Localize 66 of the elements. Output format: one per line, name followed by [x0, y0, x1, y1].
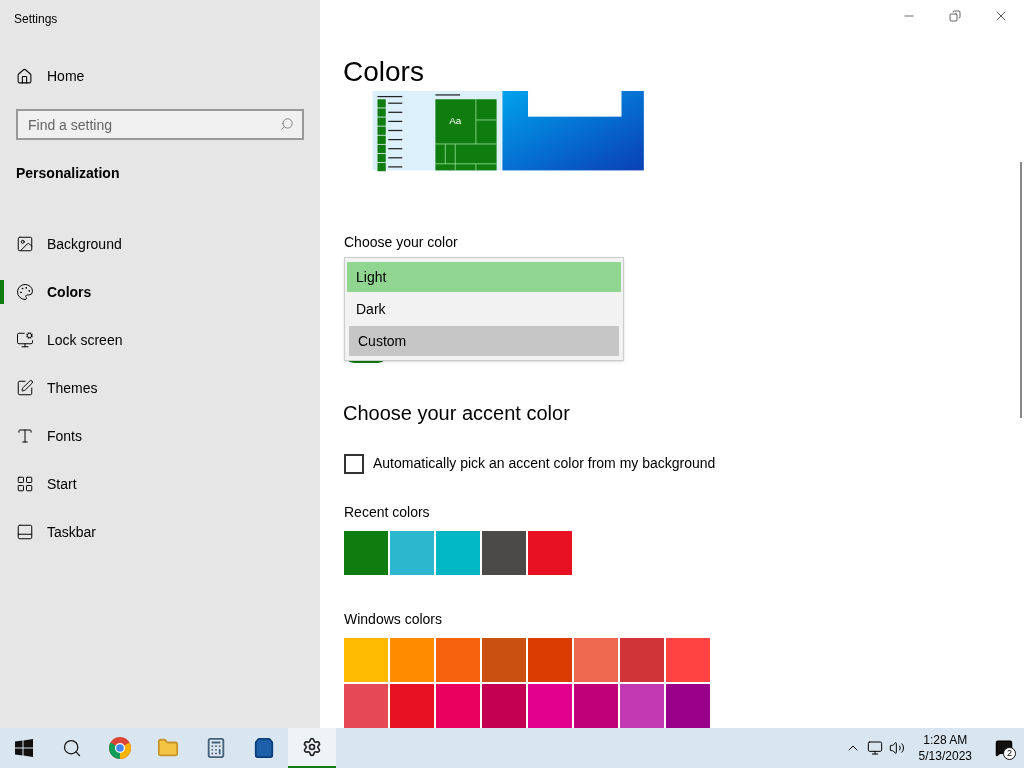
- browser-icon: [108, 736, 132, 760]
- color-swatch[interactable]: [482, 684, 526, 728]
- grid-icon: [16, 475, 34, 493]
- color-swatch[interactable]: [436, 684, 480, 728]
- theme-preview-drawing: Aa: [344, 91, 674, 173]
- shopping-bag-icon: [253, 737, 275, 759]
- sidebar-item[interactable]: Background: [16, 233, 122, 255]
- home-icon: [16, 68, 33, 85]
- color-swatch[interactable]: [390, 638, 434, 682]
- scrollbar[interactable]: [1020, 162, 1022, 418]
- color-swatch[interactable]: [620, 684, 664, 728]
- color-swatch[interactable]: [666, 638, 710, 682]
- field-label: Choose your color: [344, 233, 458, 253]
- color-swatch[interactable]: [574, 638, 618, 682]
- color-swatch[interactable]: [344, 531, 388, 575]
- sidebar-item[interactable]: Start: [16, 473, 77, 495]
- monitor-icon: [16, 331, 34, 349]
- sidebar-item[interactable]: Lock screen: [16, 329, 123, 351]
- color-swatch[interactable]: [528, 684, 572, 728]
- gear-icon: [302, 737, 322, 757]
- color-swatch[interactable]: [528, 531, 572, 575]
- color-swatch[interactable]: [344, 638, 388, 682]
- home-link[interactable]: Home: [16, 66, 85, 87]
- letter-icon: [16, 427, 34, 445]
- clock[interactable]: 1:28 AM 5/13/2023: [912, 732, 978, 764]
- network-icon[interactable]: [866, 740, 883, 756]
- sidebar-item[interactable]: Colors: [16, 281, 92, 303]
- color-swatch[interactable]: [620, 638, 664, 682]
- color-swatch[interactable]: [482, 638, 526, 682]
- window-title: Settings: [14, 11, 59, 28]
- page-title: Colors: [343, 55, 424, 89]
- palette-icon: [16, 283, 34, 301]
- color-swatch[interactable]: [528, 638, 572, 682]
- color-swatch[interactable]: [390, 684, 434, 728]
- color-swatch[interactable]: [574, 684, 618, 728]
- calculator-icon: [205, 737, 227, 759]
- color-swatch[interactable]: [436, 638, 480, 682]
- restore-icon: [949, 10, 961, 22]
- folder-icon: [157, 737, 179, 759]
- auto-pick-checkbox[interactable]: Automatically pick an accent color from my background: [344, 453, 716, 474]
- checkbox[interactable]: [344, 453, 364, 474]
- notification-count: 2: [1003, 747, 1016, 760]
- search-icon: [62, 738, 82, 758]
- search-field[interactable]: Find a setting: [16, 109, 304, 140]
- windows-colors-label: Windows colors: [344, 610, 443, 629]
- pen-square-icon: [16, 379, 34, 397]
- volume-icon[interactable]: [888, 740, 905, 756]
- section-heading: Personalization: [16, 164, 121, 183]
- recent-colors-label: Recent colors: [344, 503, 430, 522]
- sidebar-item[interactable]: Themes: [16, 377, 98, 399]
- panel-icon: [16, 523, 34, 541]
- windows-icon: [15, 739, 33, 757]
- taskbar-button[interactable]: [288, 728, 336, 768]
- color-swatch[interactable]: [436, 531, 480, 575]
- search-icon: [280, 117, 294, 131]
- section-heading: Choose your accent color: [343, 401, 570, 426]
- color-swatch[interactable]: [344, 684, 388, 728]
- sidebar-item[interactable]: Taskbar: [16, 521, 97, 543]
- color-swatch[interactable]: [482, 531, 526, 575]
- picture-frame-icon: [16, 235, 34, 253]
- dropdown-option[interactable]: Light: [347, 262, 621, 293]
- color-swatch[interactable]: [390, 531, 434, 575]
- dropdown-option[interactable]: Custom: [349, 326, 619, 357]
- color-swatch[interactable]: [666, 684, 710, 728]
- dropdown-option[interactable]: Dark: [347, 294, 621, 325]
- sidebar-item[interactable]: Fonts: [16, 425, 82, 447]
